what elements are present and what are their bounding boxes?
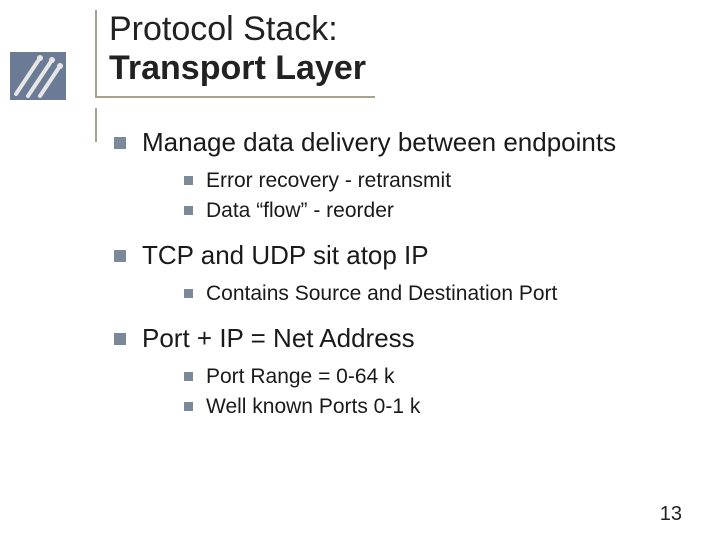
bullet-l2: Well known Ports 0-1 k	[180, 393, 680, 421]
bullet-l2: Contains Source and Destination Port	[180, 280, 680, 308]
bullet-l2: Port Range = 0-64 k	[180, 363, 680, 391]
bullet-l2: Error recovery - retransmit	[180, 167, 680, 195]
slide-title: Protocol Stack: Transport Layer	[95, 10, 375, 98]
bullet-text: TCP and UDP sit atop IP	[142, 240, 429, 270]
bullet-l1: TCP and UDP sit atop IP Contains Source …	[110, 239, 680, 308]
title-rule-extension	[95, 108, 97, 142]
bullet-text: Manage data delivery between endpoints	[142, 127, 616, 157]
page-number: 13	[660, 503, 682, 526]
title-line-1: Protocol Stack:	[109, 10, 375, 49]
bullet-l2: Data “flow” - reorder	[180, 197, 680, 225]
bullet-l1: Manage data delivery between endpoints E…	[110, 126, 680, 225]
logo-icon	[10, 52, 66, 100]
title-line-2: Transport Layer	[109, 49, 375, 88]
bullet-text: Port + IP = Net Address	[142, 323, 415, 353]
bullet-l1: Port + IP = Net Address Port Range = 0-6…	[110, 322, 680, 421]
slide-body: Manage data delivery between endpoints E…	[110, 126, 680, 421]
